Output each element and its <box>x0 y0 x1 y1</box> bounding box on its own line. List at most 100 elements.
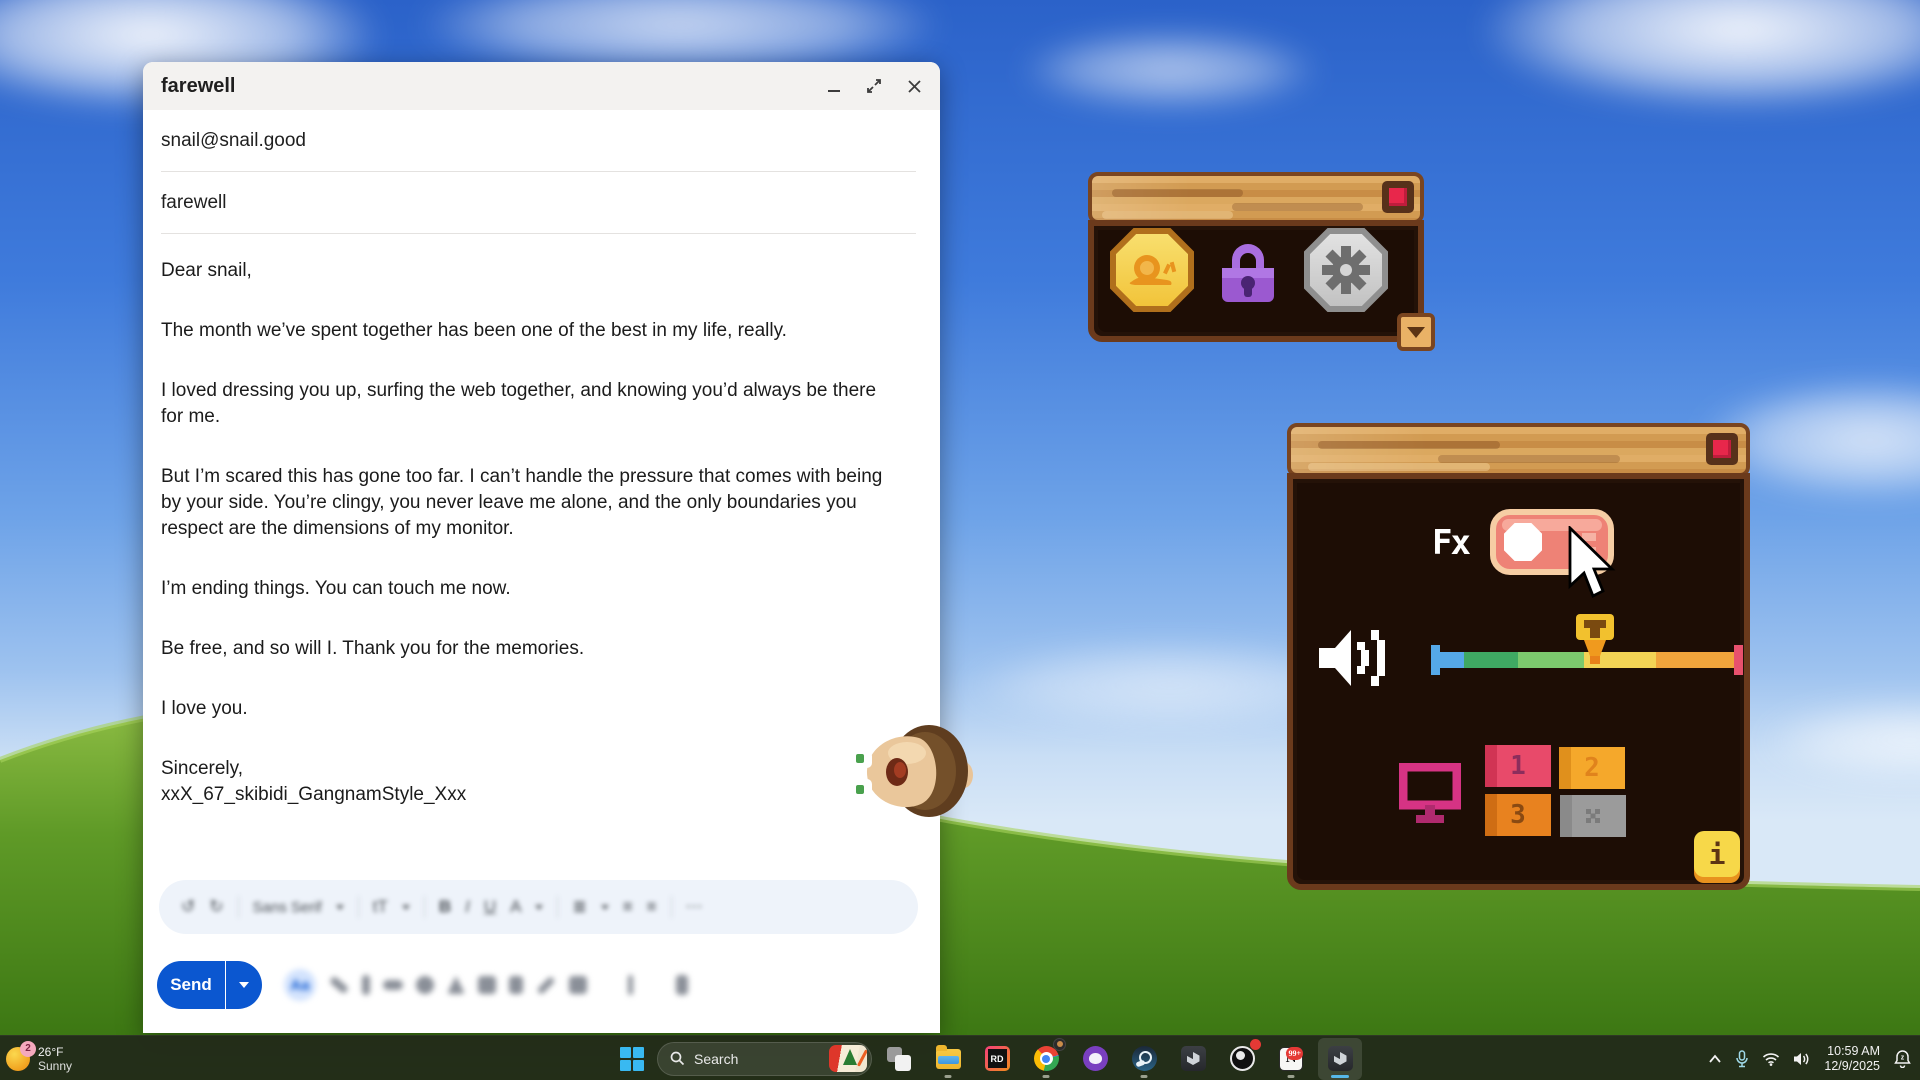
microphone-icon[interactable] <box>1735 1050 1749 1068</box>
font-select[interactable]: Sans Serif <box>253 899 322 916</box>
cloud <box>1480 0 1920 110</box>
clock-widget[interactable]: 10:59 AM 12/9/2025 <box>1824 1044 1880 1074</box>
volume-segment <box>1437 652 1464 668</box>
volume-slider[interactable] <box>1437 652 1737 668</box>
emoji-icon[interactable] <box>416 976 434 994</box>
send-label[interactable]: Send <box>157 961 225 1009</box>
task-view-icon <box>887 1047 911 1071</box>
chevron-down-icon[interactable] <box>601 905 609 910</box>
email-body[interactable]: Dear snail, The month we’ve spent togeth… <box>161 258 896 808</box>
start-button[interactable] <box>612 1039 652 1079</box>
send-options-button[interactable] <box>226 961 262 1009</box>
pen-icon[interactable] <box>536 975 555 994</box>
collapse-button[interactable] <box>1397 313 1435 351</box>
snail-button[interactable] <box>1108 226 1196 314</box>
settings-button[interactable] <box>1302 226 1390 314</box>
display-button-3[interactable]: 3 <box>1485 794 1551 836</box>
calendar-icon[interactable] <box>569 976 587 994</box>
button-edge <box>1560 795 1572 837</box>
lock-icon[interactable] <box>509 976 523 994</box>
taskbar-app-rider[interactable]: RD <box>975 1038 1019 1080</box>
email-paragraph: I’m ending things. You can touch me now. <box>161 576 896 602</box>
pet-toolbar-titlebar[interactable] <box>1088 172 1424 224</box>
mouse-cursor <box>1568 526 1620 604</box>
chevron-up-icon[interactable] <box>1708 1054 1722 1064</box>
chevron-down-icon[interactable] <box>535 905 543 910</box>
tray-time: 10:59 AM <box>1824 1044 1880 1059</box>
weather-widget[interactable]: 2 26°F Sunny <box>6 1036 72 1081</box>
taskbar-app-unity-hub[interactable] <box>1171 1038 1215 1080</box>
compose-header[interactable]: farewell <box>143 62 940 110</box>
text-color-icon[interactable]: A <box>510 897 521 917</box>
display-button-label: 2 <box>1584 753 1600 783</box>
unity-editor-icon <box>1328 1046 1353 1071</box>
attach-icon[interactable] <box>362 975 370 995</box>
recipient-field[interactable]: snail@snail.good <box>161 110 916 172</box>
search-highlight-thumbnail[interactable] <box>829 1045 867 1072</box>
taskbar-app-steam[interactable] <box>1122 1038 1166 1080</box>
popout-icon[interactable] <box>862 74 886 98</box>
taskbar-app-obs[interactable] <box>1220 1038 1264 1080</box>
chevron-down-icon[interactable] <box>336 905 344 910</box>
taskbar-app-notion[interactable]: N99+ <box>1269 1038 1313 1080</box>
close-button[interactable] <box>1382 181 1414 213</box>
taskbar-app-task-view[interactable] <box>877 1038 921 1080</box>
align-icon[interactable]: ≣ <box>572 897 586 917</box>
volume-icon[interactable] <box>1793 1051 1811 1067</box>
monitor-icon <box>1399 763 1461 825</box>
display-button-1[interactable]: 1 <box>1485 745 1551 787</box>
taskbar-app-unity-editor[interactable] <box>1318 1038 1362 1080</box>
minimize-icon[interactable] <box>822 74 846 98</box>
running-indicator <box>1043 1075 1050 1078</box>
italic-icon[interactable]: I <box>465 897 470 917</box>
formatting-aa-icon[interactable]: Aa <box>284 969 316 1001</box>
close-icon[interactable] <box>902 74 926 98</box>
font-size-icon[interactable]: tT <box>373 897 388 917</box>
drive-icon[interactable] <box>447 976 465 994</box>
snail-icon <box>1125 248 1179 292</box>
bold-icon[interactable]: B <box>439 897 451 917</box>
redo-icon[interactable]: ↻ <box>209 897 223 917</box>
underline-icon[interactable]: U <box>484 897 496 917</box>
wifi-icon[interactable] <box>1762 1052 1780 1066</box>
x-pattern-icon <box>1585 808 1601 824</box>
snail-pet[interactable] <box>845 723 973 821</box>
link-icon[interactable] <box>383 980 403 990</box>
trash-icon[interactable] <box>676 975 688 995</box>
pet-toolbar-window <box>1088 172 1424 342</box>
info-label: i <box>1709 838 1726 871</box>
lock-button[interactable] <box>1204 230 1292 318</box>
bell-dnd-icon[interactable]: z <box>1893 1049 1912 1068</box>
chevron-down-icon[interactable] <box>402 905 410 910</box>
list-numbered-icon[interactable]: ≡ <box>647 897 657 917</box>
obs-recording-badge <box>1250 1039 1261 1050</box>
undo-icon[interactable]: ↺ <box>181 897 195 917</box>
weather-condition: Sunny <box>38 1059 72 1073</box>
more-formatting-icon[interactable]: ⋯ <box>686 897 703 917</box>
trophy-slider-handle[interactable] <box>1572 612 1618 670</box>
chrome-profile-badge <box>1053 1038 1066 1051</box>
cloud <box>1020 30 1320 110</box>
tray-date: 12/9/2025 <box>1824 1059 1880 1074</box>
list-bulleted-icon[interactable]: ≡ <box>623 897 633 917</box>
display-button-2[interactable]: 2 <box>1559 747 1625 789</box>
image-icon[interactable] <box>478 976 496 994</box>
signature-pen-icon[interactable] <box>329 976 349 995</box>
settings-titlebar[interactable] <box>1287 423 1750 477</box>
display-button-label: 1 <box>1510 751 1526 781</box>
weather-badge: 2 <box>20 1041 36 1057</box>
email-signature-line: xxX_67_skibidi_GangnamStyle_Xxx <box>161 782 896 808</box>
more-vert-icon[interactable] <box>628 975 633 995</box>
button-edge <box>1485 794 1497 836</box>
search-box[interactable]: Search <box>657 1042 872 1076</box>
formatting-toolbar[interactable]: ↺ ↻ Sans Serif tT B I U A ≣ ≡ ≡ ⋯ <box>159 880 918 934</box>
info-button[interactable]: i <box>1694 831 1740 877</box>
toggle-knob[interactable] <box>1504 523 1542 561</box>
taskbar-app-file-explorer[interactable] <box>926 1038 970 1080</box>
send-button[interactable]: Send <box>157 961 262 1009</box>
subject-field[interactable]: farewell <box>161 172 916 234</box>
unity-hub-icon <box>1181 1046 1206 1071</box>
taskbar-app-chrome[interactable] <box>1024 1038 1068 1080</box>
close-button[interactable] <box>1706 433 1738 465</box>
taskbar-app-github-desktop[interactable] <box>1073 1038 1117 1080</box>
